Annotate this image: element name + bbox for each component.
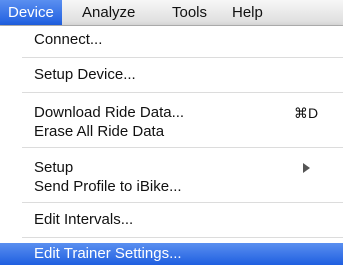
menu-item-label: Edit Trainer Settings...	[34, 245, 182, 262]
menu-item-label: Setup Device...	[34, 66, 136, 83]
menu-separator	[22, 237, 343, 238]
menu-item-edit-trainer-settings[interactable]: Edit Trainer Settings...	[0, 243, 343, 265]
menubar-device[interactable]: Device	[0, 0, 62, 25]
menu-item-setup-device[interactable]: Setup Device...	[0, 64, 343, 86]
menubar-help[interactable]: Help	[232, 0, 263, 25]
menu-item-label: Erase All Ride Data	[34, 123, 165, 140]
menu-separator	[22, 202, 343, 203]
app-screen: Device Analyze Tools Help Connect... Set…	[0, 0, 343, 271]
menu-item-erase-all-ride-data[interactable]: Erase All Ride Data	[0, 121, 343, 143]
menu-item-send-profile[interactable]: Send Profile to iBike...	[0, 176, 343, 198]
menubar-tools[interactable]: Tools	[172, 0, 207, 25]
menu-item-connect[interactable]: Connect...	[0, 29, 343, 51]
menu-separator	[22, 147, 343, 148]
menu-item-edit-intervals[interactable]: Edit Intervals...	[0, 209, 343, 231]
menubar-analyze[interactable]: Analyze	[82, 0, 135, 25]
menu-bar: Device Analyze Tools Help	[0, 0, 343, 26]
device-dropdown-menu: Connect... Setup Device... Download Ride…	[0, 26, 343, 271]
submenu-arrow-icon	[303, 163, 310, 173]
menu-separator	[22, 57, 343, 58]
menu-item-label: Edit Intervals...	[34, 211, 134, 228]
menu-item-label: Connect...	[34, 31, 103, 48]
menu-separator	[22, 92, 343, 93]
menu-item-label: Send Profile to iBike...	[34, 178, 182, 195]
